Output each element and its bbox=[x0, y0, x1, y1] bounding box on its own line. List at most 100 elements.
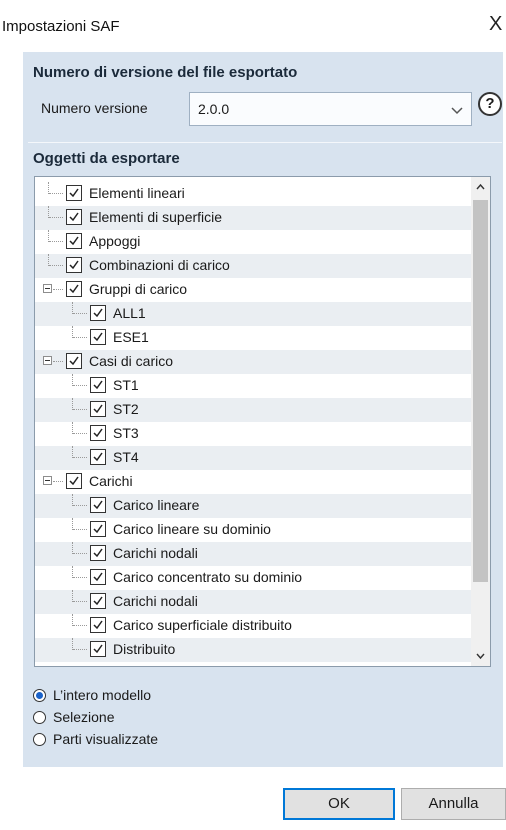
objects-section-title: Oggetti da esportare bbox=[33, 150, 180, 167]
scrollbar-thumb[interactable] bbox=[473, 200, 488, 582]
tree-connector bbox=[72, 590, 73, 602]
version-select[interactable]: 2.0.0 bbox=[189, 92, 472, 126]
chevron-down-icon bbox=[451, 107, 463, 115]
scroll-up-icon[interactable] bbox=[471, 177, 490, 197]
checkbox[interactable] bbox=[66, 281, 82, 297]
check-icon bbox=[93, 452, 103, 462]
tree-connector bbox=[73, 433, 87, 434]
tree-connector bbox=[73, 409, 87, 410]
checkbox[interactable] bbox=[90, 569, 106, 585]
checkbox[interactable] bbox=[90, 329, 106, 345]
tree-connector bbox=[49, 217, 63, 218]
tree-connector bbox=[49, 265, 63, 266]
tree-connector bbox=[72, 494, 73, 506]
tree-item[interactable]: Carico superficiale distribuito bbox=[35, 614, 471, 638]
tree-connector bbox=[72, 518, 73, 530]
check-icon bbox=[93, 524, 103, 534]
tree-item[interactable]: Distribuito bbox=[35, 638, 471, 662]
scope-option-label: L’intero modello bbox=[53, 687, 152, 703]
check-icon bbox=[93, 644, 103, 654]
tree-item-label: Carico superficiale distribuito bbox=[113, 617, 292, 633]
collapse-icon[interactable] bbox=[43, 356, 52, 365]
check-icon bbox=[93, 548, 103, 558]
tree-connector bbox=[73, 625, 87, 626]
tree-connector bbox=[72, 326, 73, 338]
checkbox[interactable] bbox=[90, 377, 106, 393]
tree-item[interactable]: ST2 bbox=[35, 398, 471, 422]
check-icon bbox=[93, 500, 103, 510]
tree-connector bbox=[73, 313, 87, 314]
objects-tree[interactable]: Elementi lineari Elementi di superficie Ap… bbox=[34, 176, 491, 667]
checkbox[interactable] bbox=[66, 209, 82, 225]
check-icon bbox=[69, 476, 79, 486]
tree-item-label: ST2 bbox=[113, 401, 139, 417]
scroll-down-icon[interactable] bbox=[471, 646, 490, 666]
radio-button[interactable] bbox=[33, 733, 46, 746]
tree-item[interactable]: ST4 bbox=[35, 446, 471, 470]
checkbox[interactable] bbox=[90, 425, 106, 441]
tree-scrollbar[interactable] bbox=[471, 177, 490, 666]
tree-connector bbox=[53, 361, 63, 362]
version-label: Numero versione bbox=[41, 100, 148, 116]
ok-button[interactable]: OK bbox=[283, 788, 395, 820]
checkbox[interactable] bbox=[66, 257, 82, 273]
tree-item[interactable]: Combinazioni di carico bbox=[35, 254, 471, 278]
tree-item-label: ESE1 bbox=[113, 329, 149, 345]
tree-item-label: ST3 bbox=[113, 425, 139, 441]
tree-item[interactable]: ST1 bbox=[35, 374, 471, 398]
version-section-title: Numero di versione del file esportato bbox=[33, 64, 298, 81]
check-icon bbox=[69, 284, 79, 294]
checkbox[interactable] bbox=[66, 473, 82, 489]
tree-connector bbox=[72, 374, 73, 386]
tree-item[interactable]: Gruppi di carico bbox=[35, 278, 471, 302]
tree-connector bbox=[73, 649, 87, 650]
tree-item-label: Casi di carico bbox=[89, 353, 174, 369]
checkbox[interactable] bbox=[90, 449, 106, 465]
help-icon[interactable]: ? bbox=[478, 92, 502, 116]
checkbox[interactable] bbox=[66, 185, 82, 201]
checkbox[interactable] bbox=[90, 593, 106, 609]
check-icon bbox=[69, 212, 79, 222]
tree-connector bbox=[73, 529, 87, 530]
tree-item[interactable]: Casi di carico bbox=[35, 350, 471, 374]
tree-item[interactable]: Carico concentrato su dominio bbox=[35, 566, 471, 590]
collapse-icon[interactable] bbox=[43, 476, 52, 485]
tree-connector bbox=[73, 457, 87, 458]
checkbox[interactable] bbox=[90, 521, 106, 537]
title-bar: Impostazioni SAF X bbox=[0, 0, 506, 50]
tree-item[interactable]: ESE1 bbox=[35, 326, 471, 350]
collapse-icon[interactable] bbox=[43, 284, 52, 293]
tree-item-label: Gruppi di carico bbox=[89, 281, 188, 297]
tree-item[interactable]: Carichi nodali bbox=[35, 542, 471, 566]
checkbox[interactable] bbox=[66, 233, 82, 249]
tree-item[interactable]: Carico lineare bbox=[35, 494, 471, 518]
checkbox[interactable] bbox=[90, 497, 106, 513]
checkbox[interactable] bbox=[90, 401, 106, 417]
checkbox[interactable] bbox=[90, 545, 106, 561]
tree-item[interactable]: ST3 bbox=[35, 422, 471, 446]
tree-item-label: Carico lineare su dominio bbox=[113, 521, 271, 537]
radio-button[interactable] bbox=[33, 711, 46, 724]
window-title: Impostazioni SAF bbox=[2, 18, 120, 35]
checkbox[interactable] bbox=[90, 617, 106, 633]
tree-item[interactable]: Appoggi bbox=[35, 230, 471, 254]
tree-item-label: ALL1 bbox=[113, 305, 146, 321]
checkbox[interactable] bbox=[90, 641, 106, 657]
tree-item[interactable]: Elementi lineari bbox=[35, 182, 471, 206]
cancel-button[interactable]: Annulla bbox=[401, 788, 506, 820]
tree-item[interactable]: Carichi bbox=[35, 470, 471, 494]
tree-item[interactable]: Carichi nodali bbox=[35, 590, 471, 614]
tree-item-label: Elementi di superficie bbox=[89, 209, 223, 225]
tree-item[interactable]: Elementi di superficie bbox=[35, 206, 471, 230]
tree-item-label: Carichi nodali bbox=[113, 545, 198, 561]
tree-item-label: ST1 bbox=[113, 377, 139, 393]
checkbox[interactable] bbox=[66, 353, 82, 369]
check-icon bbox=[93, 380, 103, 390]
tree-item[interactable]: Carico lineare su dominio bbox=[35, 518, 471, 542]
close-icon[interactable]: X bbox=[489, 14, 502, 34]
radio-button[interactable] bbox=[33, 689, 46, 702]
checkbox[interactable] bbox=[90, 305, 106, 321]
check-icon bbox=[93, 332, 103, 342]
tree-item-label: Carico concentrato su dominio bbox=[113, 569, 303, 585]
tree-item[interactable]: ALL1 bbox=[35, 302, 471, 326]
